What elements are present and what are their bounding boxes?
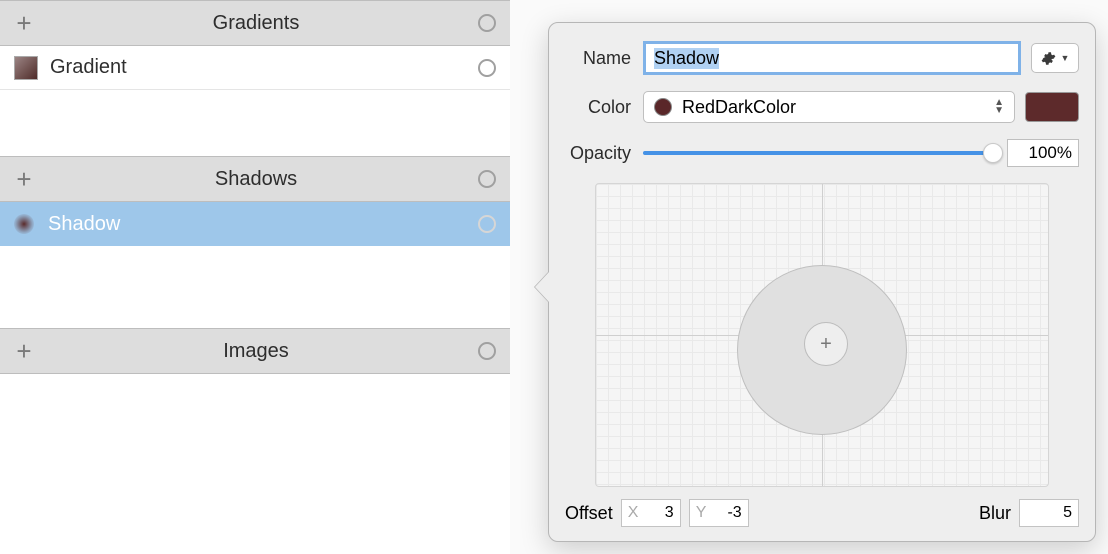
blur-field[interactable]: 5 <box>1019 499 1079 527</box>
options-menu-button[interactable]: ▼ <box>1031 43 1079 73</box>
shadow-editor-popover: Name ▼ Color RedDarkColor ▲▼ Opacity <box>548 22 1096 542</box>
chevron-down-icon: ▼ <box>1061 53 1070 63</box>
color-select[interactable]: RedDarkColor ▲▼ <box>643 91 1015 123</box>
offset-x-value: 3 <box>665 500 674 526</box>
offset-label: Offset <box>565 503 613 524</box>
section-status-ring-icon[interactable] <box>478 342 496 360</box>
color-dot-icon <box>654 98 672 116</box>
offset-handle[interactable]: + <box>804 322 848 366</box>
gear-icon <box>1041 51 1056 66</box>
list-item-label: Gradient <box>50 56 478 79</box>
updown-stepper-icon: ▲▼ <box>994 99 1004 115</box>
shadow-list-item[interactable]: Shadow <box>0 202 510 246</box>
blur-label: Blur <box>979 503 1011 524</box>
offset-trackpad[interactable]: + <box>595 183 1049 487</box>
name-label: Name <box>565 48 643 69</box>
color-label: Color <box>565 97 643 118</box>
popover-arrow-icon <box>535 271 550 303</box>
add-gradient-button[interactable]: + <box>14 13 34 33</box>
offset-y-value: -3 <box>727 500 741 526</box>
asset-list-panel: + Gradients Gradient + Shadows Shadow + … <box>0 0 510 554</box>
offset-x-placeholder: X <box>628 500 639 526</box>
blur-value: 5 <box>1063 500 1072 526</box>
add-image-button[interactable]: + <box>14 341 34 361</box>
gradient-list-item[interactable]: Gradient <box>0 46 510 90</box>
section-title: Gradients <box>34 12 478 35</box>
offset-x-field[interactable]: X 3 <box>621 499 681 527</box>
color-select-value: RedDarkColor <box>682 97 994 118</box>
add-shadow-button[interactable]: + <box>14 169 34 189</box>
color-swatch-button[interactable] <box>1025 92 1079 122</box>
offset-y-placeholder: Y <box>696 500 707 526</box>
shadow-preview-icon <box>14 214 34 234</box>
offset-outer-circle-icon: + <box>737 265 907 435</box>
list-item-label: Shadow <box>48 213 478 236</box>
section-header-images: + Images <box>0 328 510 374</box>
section-header-shadows: + Shadows <box>0 156 510 202</box>
gradient-swatch-icon <box>14 56 38 80</box>
section-status-ring-icon[interactable] <box>478 14 496 32</box>
item-status-ring-icon[interactable] <box>478 59 496 77</box>
opacity-label: Opacity <box>565 143 643 164</box>
item-status-ring-icon[interactable] <box>478 215 496 233</box>
section-title: Shadows <box>34 168 478 191</box>
section-title: Images <box>34 340 478 363</box>
opacity-value-field[interactable]: 100% <box>1007 139 1079 167</box>
slider-thumb[interactable] <box>983 143 1003 163</box>
section-header-gradients: + Gradients <box>0 0 510 46</box>
section-status-ring-icon[interactable] <box>478 170 496 188</box>
name-input[interactable] <box>643 41 1021 75</box>
opacity-slider[interactable] <box>643 151 993 155</box>
offset-y-field[interactable]: Y -3 <box>689 499 749 527</box>
